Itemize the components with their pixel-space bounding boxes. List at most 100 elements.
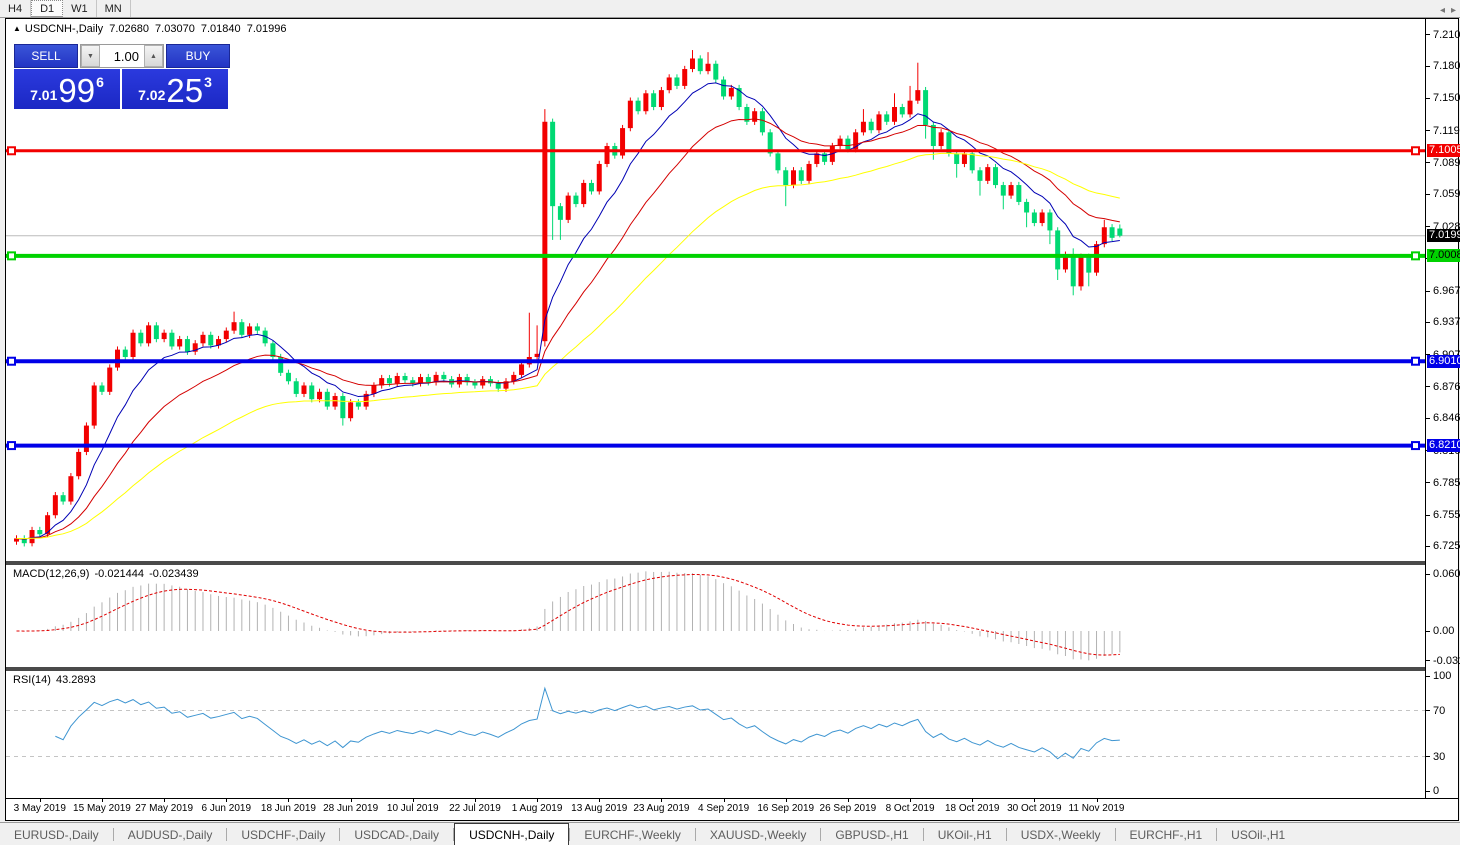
candle-body: [472, 382, 477, 385]
line-handle[interactable]: [8, 442, 15, 449]
candle-body: [1086, 257, 1091, 273]
candle-body: [123, 350, 128, 357]
candle-body: [496, 383, 501, 388]
symbol-tab-eurusd[interactable]: EURUSD-,Daily: [0, 823, 113, 845]
line-handle[interactable]: [1412, 252, 1419, 259]
buy-price-display[interactable]: 7.02 25 3: [122, 69, 228, 109]
date-tick-mark: [599, 799, 600, 802]
candle-body: [814, 153, 819, 164]
date-tick-mark: [413, 799, 414, 802]
rsi-panel-canvas[interactable]: [6, 671, 1425, 798]
symbol-tab-audusd[interactable]: AUDUSD-,Daily: [114, 823, 227, 845]
candle-body: [682, 69, 687, 86]
line-handle[interactable]: [8, 252, 15, 259]
macd-tick-label: -0.03172: [1433, 655, 1460, 667]
volume-decrease-icon[interactable]: ▼: [81, 45, 100, 67]
symbol-tabbar: EURUSD-,DailyAUDUSD-,DailyUSDCHF-,DailyU…: [0, 822, 1460, 845]
price-tick-mark: [1426, 66, 1430, 67]
date-tick-label: 8 Oct 2019: [886, 803, 935, 814]
candle-body: [76, 452, 81, 476]
timeframe-button-mn[interactable]: MN: [97, 0, 131, 17]
symbol-tab-eurchf[interactable]: EURCHF-,Weekly: [570, 823, 694, 845]
date-tick-mark: [288, 799, 289, 802]
price-tick-mark: [1426, 98, 1430, 99]
ohlc-open: 7.02680: [109, 23, 149, 35]
sell-price-display[interactable]: 7.01 99 6: [14, 69, 120, 109]
symbol-tab-usdx[interactable]: USDX-,Weekly: [1007, 823, 1115, 845]
price-tick-mark: [1426, 130, 1430, 131]
line-handle[interactable]: [8, 358, 15, 365]
timeframe-button-h4[interactable]: H4: [0, 0, 31, 17]
symbol-tab-usdcad[interactable]: USDCAD-,Daily: [340, 823, 453, 845]
candle-body: [822, 153, 827, 161]
sell-price-point: 6: [96, 74, 104, 90]
candle-body: [721, 80, 726, 97]
candle-body: [1032, 212, 1037, 223]
date-tick-mark: [40, 799, 41, 802]
symbol-tab-xauusd[interactable]: XAUUSD-,Weekly: [696, 823, 820, 845]
date-tick-label: 16 Sep 2019: [757, 803, 814, 814]
candle-body: [232, 322, 237, 330]
volume-increase-icon[interactable]: ▲: [144, 45, 163, 67]
candle-body: [713, 64, 718, 80]
volume-input[interactable]: 1.00: [100, 45, 144, 67]
tabbar-scroll-right-icon[interactable]: ▸: [1451, 5, 1456, 16]
one-click-trade-panel: SELL ▼ 1.00 ▲ BUY 7.01 99 6 7.02 25 3: [14, 44, 230, 109]
line-handle[interactable]: [1412, 147, 1419, 154]
candle-body: [884, 114, 889, 121]
line-handle[interactable]: [1412, 442, 1419, 449]
symbol-tab-usoil[interactable]: USOil-,H1: [1217, 823, 1299, 845]
sell-button[interactable]: SELL: [14, 44, 78, 68]
price-tick-label: 7.05930: [1433, 188, 1460, 200]
symbol-tab-usdcnh[interactable]: USDCNH-,Daily: [454, 823, 569, 845]
price-tick-label: 7.08900: [1433, 157, 1460, 169]
candle-body: [325, 392, 330, 407]
ohlc-low: 7.01840: [201, 23, 241, 35]
date-tick-mark: [102, 799, 103, 802]
candle-body: [550, 122, 555, 206]
date-tick-label: 18 Oct 2019: [945, 803, 999, 814]
line-handle[interactable]: [8, 147, 15, 154]
tabbar-scroll-left-icon[interactable]: ◂: [1440, 5, 1445, 16]
candle-body: [931, 125, 936, 146]
price-tick-mark: [1426, 515, 1430, 516]
date-tick-label: 27 May 2019: [135, 803, 193, 814]
symbol-tab-eurchf[interactable]: EURCHF-,H1: [1116, 823, 1217, 845]
timeframe-button-d1[interactable]: D1: [31, 0, 63, 17]
terminal-root: H4 D1 W1 MN ▲USDCNH-,Daily 7.02680 7.030…: [0, 0, 1460, 845]
buy-button[interactable]: BUY: [166, 44, 230, 68]
rsi-tick-mark: [1426, 676, 1430, 677]
date-tick-mark: [1034, 799, 1035, 802]
date-tick-label: 13 Aug 2019: [571, 803, 627, 814]
candle-body: [1055, 230, 1060, 269]
candle-body: [519, 364, 524, 375]
candle-body: [1078, 257, 1083, 287]
candle-body: [1016, 185, 1021, 202]
candle-body: [61, 495, 66, 501]
price-tick-label: 7.18080: [1433, 60, 1460, 72]
price-marker-7.00089: 7.00089: [1427, 249, 1460, 262]
timeframe-button-w1[interactable]: W1: [63, 0, 97, 17]
candle-body: [301, 385, 306, 393]
price-tick-mark: [1426, 386, 1430, 387]
candle-body: [643, 93, 648, 111]
date-tick-label: 28 Jun 2019: [323, 803, 378, 814]
macd-panel-canvas[interactable]: [6, 565, 1425, 667]
symbol-tab-ukoil[interactable]: UKOil-,H1: [924, 823, 1006, 845]
macd-label: MACD(12,26,9) -0.021444 -0.023439: [13, 568, 201, 580]
line-handle[interactable]: [1412, 358, 1419, 365]
candle-body: [869, 122, 874, 130]
price-tick-mark: [1426, 34, 1430, 35]
date-tick-label: 3 May 2019: [14, 803, 66, 814]
candle-body: [775, 153, 780, 170]
candle-body: [1040, 212, 1045, 223]
candle-body: [566, 196, 571, 220]
symbol-tab-gbpusd[interactable]: GBPUSD-,H1: [821, 823, 922, 845]
candle-body: [1001, 185, 1006, 196]
candle-body: [37, 530, 42, 534]
symbol-tab-usdchf[interactable]: USDCHF-,Daily: [227, 823, 339, 845]
candle-body: [1117, 229, 1122, 236]
one-click-panel-toggle-icon[interactable]: ▲: [13, 24, 21, 33]
candle-body: [954, 153, 959, 164]
candle-body: [597, 164, 602, 191]
